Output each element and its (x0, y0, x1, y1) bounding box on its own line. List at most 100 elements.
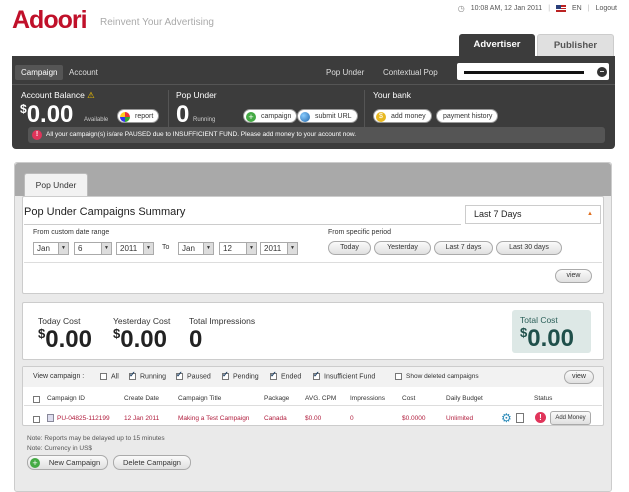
filter-paused[interactable]: Paused (176, 370, 211, 380)
cell-campaign-title[interactable]: Making a Test Campaign (178, 415, 249, 422)
today-cost-label: Today Cost (38, 316, 81, 326)
custom-range-label: From custom date range (33, 229, 110, 236)
checkbox[interactable] (270, 370, 277, 380)
plus-icon: + (246, 111, 256, 122)
running-label: Running (193, 117, 216, 123)
paused-status-icon: ! (535, 412, 546, 423)
today-button[interactable]: Today (328, 241, 371, 255)
note-delay: Note: Reports may be delayed up to 15 mi… (27, 435, 165, 442)
specific-period-label: From specific period (328, 229, 392, 236)
checkbox[interactable] (313, 370, 320, 380)
col-status[interactable]: Status (534, 395, 552, 402)
yesterday-button[interactable]: Yesterday (374, 241, 431, 255)
last-30-days-button[interactable]: Last 30 days (496, 241, 562, 255)
coin-icon: $ (376, 111, 386, 122)
period-select[interactable]: Last 7 Days ▲ (465, 205, 601, 224)
running-count: 0 (176, 101, 190, 128)
logout-link[interactable]: Logout (596, 5, 617, 12)
col-daily-budget[interactable]: Daily Budget (446, 395, 483, 402)
plus-icon: + (30, 457, 40, 468)
summary-title: Pop Under Campaigns Summary (24, 206, 186, 218)
note-currency: Note: Currency in US$ (27, 445, 93, 452)
warning-icon: ⚠ (87, 90, 95, 100)
col-cost[interactable]: Cost (402, 395, 415, 402)
col-avg-cpm[interactable]: AVG. CPM (305, 395, 336, 402)
col-create-date[interactable]: Create Date (124, 395, 159, 402)
view-campaign-label: View campaign : (33, 373, 85, 380)
dropdown-arrow-icon: ▲ (587, 211, 593, 217)
cell-create-date: 12 Jan 2011 (124, 415, 160, 422)
filter-show-deleted[interactable]: Show deleted campaigns (395, 373, 479, 380)
chevron-down-icon: ▼ (287, 243, 297, 254)
new-campaign-button[interactable]: + New Campaign (27, 455, 108, 470)
chevron-down-icon: ▼ (143, 243, 153, 254)
chevron-down-icon: ▼ (246, 243, 256, 254)
nav-contextual-pop[interactable]: Contextual Pop (377, 65, 444, 80)
row-checkbox[interactable] (33, 416, 40, 424)
view-summary-button[interactable]: view (555, 269, 592, 283)
to-year-select[interactable]: 2011 ▼ (260, 242, 298, 255)
cell-campaign-id[interactable]: PU-04825-112199 (57, 415, 110, 422)
yesterday-cost-value: $0.00 (113, 326, 167, 353)
globe-icon (300, 111, 310, 122)
cell-daily-budget: Unlimited (446, 415, 474, 422)
filter-all[interactable]: All (100, 373, 119, 380)
view-campaigns-button[interactable]: view (564, 370, 594, 384)
nav-campaign[interactable]: Campaign (15, 65, 64, 80)
insufficient-fund-alert: ! All your campaign(s) is/are PAUSED due… (28, 127, 605, 143)
last-7-days-button[interactable]: Last 7 days (434, 241, 493, 255)
col-campaign-title[interactable]: Campaign Title (178, 395, 221, 402)
language-text[interactable]: EN (572, 5, 582, 12)
campaign-doc-icon (47, 414, 54, 422)
col-campaign-id[interactable]: Campaign ID (47, 395, 85, 402)
report-doc-icon[interactable] (516, 413, 524, 423)
report-button[interactable]: report (117, 109, 160, 123)
add-money-row-button[interactable]: Add Money (550, 411, 591, 425)
from-year-select[interactable]: 2011 ▼ (116, 242, 154, 255)
logo[interactable]: Adoori (12, 6, 88, 35)
clock-icon: ◷ (457, 4, 465, 13)
checkbox[interactable] (176, 370, 183, 380)
yesterday-cost-label: Yesterday Cost (113, 316, 171, 326)
col-package[interactable]: Package (264, 395, 289, 402)
filter-pending[interactable]: Pending (222, 370, 259, 380)
add-money-button[interactable]: $ add money (373, 109, 432, 123)
checkbox[interactable] (395, 373, 402, 380)
select-all-checkbox[interactable] (33, 396, 40, 404)
to-month-select[interactable]: Jan ▼ (178, 242, 214, 255)
us-flag-icon[interactable] (556, 5, 567, 12)
payment-history-button[interactable]: payment history (436, 109, 499, 123)
delete-campaign-button[interactable]: Delete Campaign (113, 455, 191, 470)
available-label: Available (84, 117, 109, 123)
close-icon[interactable]: – (597, 67, 607, 77)
checkbox[interactable] (129, 370, 136, 380)
filter-running[interactable]: Running (129, 370, 166, 380)
to-day-select[interactable]: 12 ▼ (219, 242, 257, 255)
chevron-down-icon: ▼ (101, 243, 111, 254)
tagline: Reinvent Your Advertising (100, 17, 214, 28)
tab-advertiser[interactable]: Advertiser (459, 34, 535, 56)
filter-ended[interactable]: Ended (270, 370, 301, 380)
total-impressions-value: 0 (189, 326, 203, 353)
your-bank-label: Your bank (373, 90, 411, 100)
settings-gear-icon[interactable]: ⚙ (501, 411, 512, 425)
col-impressions[interactable]: Impressions (350, 395, 385, 402)
pop-under-label: Pop Under (176, 90, 217, 100)
filter-insufficient-fund[interactable]: Insufficient Fund (313, 370, 375, 380)
submit-url-button[interactable]: submit URL (297, 109, 358, 123)
cell-impressions: 0 (350, 415, 354, 422)
checkbox[interactable] (100, 373, 107, 380)
divider (364, 90, 365, 128)
alert-icon: ! (32, 130, 42, 140)
nav-pop-under[interactable]: Pop Under (320, 65, 370, 80)
tab-pop-under[interactable]: Pop Under (24, 173, 88, 196)
checkbox[interactable] (222, 370, 229, 380)
add-campaign-button[interactable]: + campaign (243, 109, 298, 123)
user-name-redacted (464, 71, 584, 74)
from-month-select[interactable]: Jan ▼ (33, 242, 69, 255)
nav-account[interactable]: Account (63, 65, 104, 80)
cell-avg-cpm: $0.00 (305, 415, 322, 422)
tab-publisher[interactable]: Publisher (537, 34, 614, 56)
from-day-select[interactable]: 6 ▼ (74, 242, 112, 255)
total-cost-label: Total Cost (520, 315, 558, 325)
